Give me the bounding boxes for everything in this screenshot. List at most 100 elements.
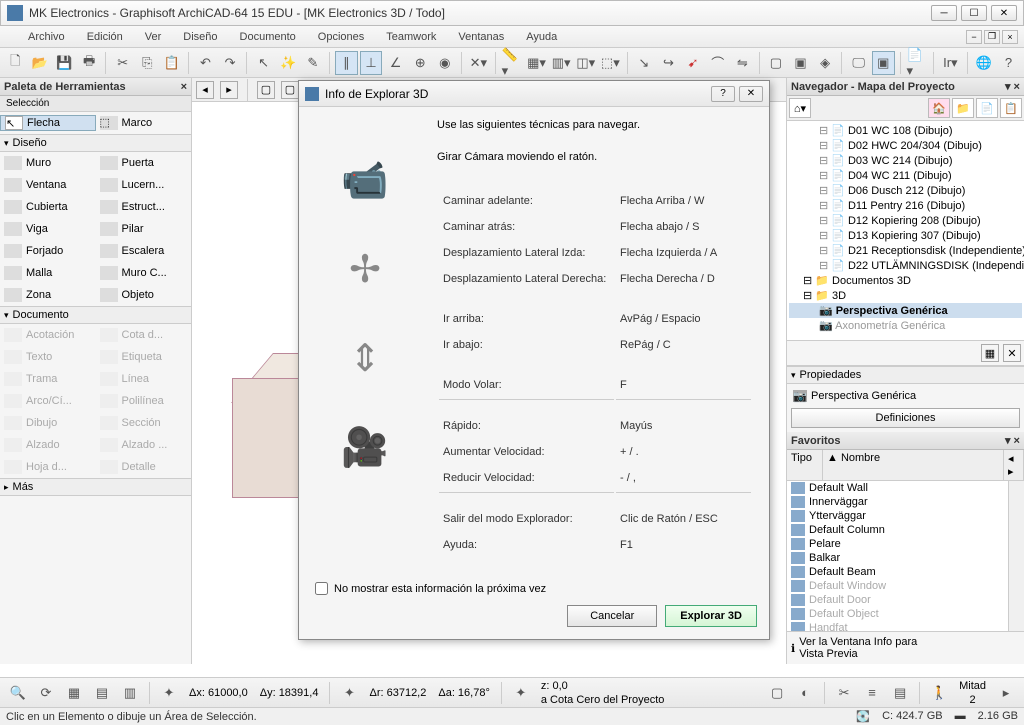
tree-item[interactable]: ⊟ 📄 D01 WC 108 (Dibujo) bbox=[789, 123, 1022, 138]
tool-detalle[interactable]: Detalle bbox=[96, 460, 192, 474]
screen2-icon[interactable]: ▣ bbox=[872, 51, 895, 75]
tool-texto[interactable]: Texto bbox=[0, 350, 96, 364]
cursor-icon[interactable]: ↖ bbox=[252, 51, 275, 75]
fav-item[interactable]: Default Door bbox=[787, 593, 1008, 607]
tool-malla[interactable]: Malla bbox=[0, 266, 96, 280]
navigator-tree[interactable]: ⊟ 📄 D01 WC 108 (Dibujo)⊟ 📄 D02 HWC 204/3… bbox=[787, 121, 1024, 340]
sb-layers-icon[interactable]: ≡ bbox=[860, 681, 884, 705]
doc-icon[interactable]: 📄▾ bbox=[905, 51, 928, 75]
tool-cotad[interactable]: Cota d... bbox=[96, 328, 192, 342]
print-icon[interactable]: 🖶 bbox=[78, 51, 101, 75]
tree-item[interactable]: ⊟ 📄 D22 UTLÄMNINGSDISK (Independiente) bbox=[789, 258, 1022, 273]
screen-icon[interactable]: 🖵 bbox=[847, 51, 870, 75]
tool-escalera[interactable]: Escalera bbox=[96, 244, 192, 258]
tool-pilar[interactable]: Pilar bbox=[96, 222, 192, 236]
tool-alzado[interactable]: Alzado bbox=[0, 438, 96, 452]
tool-arcoc[interactable]: Arco/Cí... bbox=[0, 394, 96, 408]
tool-muroc[interactable]: Muro C... bbox=[96, 266, 192, 280]
fav-item[interactable]: Balkar bbox=[787, 551, 1008, 565]
tool-objeto[interactable]: Objeto bbox=[96, 288, 192, 302]
fav-item[interactable]: Default Beam bbox=[787, 565, 1008, 579]
fav-col-tipo[interactable]: Tipo bbox=[787, 450, 823, 480]
arrow-red-icon[interactable]: ➹ bbox=[682, 51, 705, 75]
toolbox-design-header[interactable]: Diseño bbox=[0, 134, 191, 152]
tool-flecha[interactable]: ↖Flecha bbox=[0, 115, 96, 131]
wand-icon[interactable]: ✨ bbox=[277, 51, 300, 75]
nav-home-icon[interactable]: ⌂▾ bbox=[789, 98, 811, 118]
text-ir-icon[interactable]: Ir▾ bbox=[939, 51, 962, 75]
snap-tool-icon[interactable]: ⊕ bbox=[409, 51, 432, 75]
menu-ver[interactable]: Ver bbox=[137, 29, 170, 45]
snap-perp-icon[interactable]: ⊥ bbox=[360, 51, 383, 75]
shape1-icon[interactable]: ▢ bbox=[765, 51, 788, 75]
tree-item[interactable]: ⊟ 📄 D11 Pentry 216 (Dibujo) bbox=[789, 198, 1022, 213]
fav-item[interactable]: Ytterväggar bbox=[787, 509, 1008, 523]
nav-tab1-icon[interactable]: 🏠 bbox=[928, 98, 950, 118]
tool-viga[interactable]: Viga bbox=[0, 222, 96, 236]
tool-puerta[interactable]: Puerta bbox=[96, 156, 192, 170]
fav-item[interactable]: Default Window bbox=[787, 579, 1008, 593]
tree-docs3d[interactable]: ⊟ 📁 Documentos 3D bbox=[789, 273, 1022, 288]
minimize-button[interactable]: ─ bbox=[931, 5, 957, 21]
fav-item[interactable]: Default Column bbox=[787, 523, 1008, 537]
view-split2-icon[interactable]: ▢ bbox=[281, 81, 299, 99]
close-button[interactable]: ✕ bbox=[991, 5, 1017, 21]
sb-grid3-icon[interactable]: ▥ bbox=[118, 681, 142, 705]
snap-x-icon[interactable]: ✕▾ bbox=[467, 51, 490, 75]
tool-seccin[interactable]: Sección bbox=[96, 416, 192, 430]
tree-item[interactable]: ⊟ 📄 D04 WC 211 (Dibujo) bbox=[789, 168, 1022, 183]
snap-para-icon[interactable]: ∥ bbox=[335, 51, 358, 75]
mdi-restore-icon[interactable]: ❐ bbox=[984, 30, 1000, 44]
sb-grid-icon[interactable]: ▦ bbox=[62, 681, 86, 705]
ruler-icon[interactable]: 📏▾ bbox=[501, 51, 524, 75]
tool-estruct[interactable]: Estruct... bbox=[96, 200, 192, 214]
undo-icon[interactable]: ↶ bbox=[194, 51, 217, 75]
mdi-close-icon[interactable]: × bbox=[1002, 30, 1018, 44]
fav-item[interactable]: Pelare bbox=[787, 537, 1008, 551]
menu-ayuda[interactable]: Ayuda bbox=[518, 29, 565, 45]
cut-icon[interactable]: ✂ bbox=[111, 51, 134, 75]
tree-item[interactable]: ⊟ 📄 D03 WC 214 (Dibujo) bbox=[789, 153, 1022, 168]
tool-marco[interactable]: ⬚Marco bbox=[96, 116, 192, 130]
nav-tab3-icon[interactable]: 📄 bbox=[976, 98, 998, 118]
world-icon[interactable]: 🌐 bbox=[973, 51, 996, 75]
dont-show-checkbox[interactable]: No mostrar esta información la próxima v… bbox=[311, 582, 757, 595]
sb-next-icon[interactable]: ▸ bbox=[994, 681, 1018, 705]
menu-teamwork[interactable]: Teamwork bbox=[378, 29, 444, 45]
mdi-minimize-icon[interactable]: − bbox=[966, 30, 982, 44]
tool-forjado[interactable]: Forjado bbox=[0, 244, 96, 258]
tool-alzado[interactable]: Alzado ... bbox=[96, 438, 192, 452]
menu-archivo[interactable]: Archivo bbox=[20, 29, 73, 45]
dialog-help-icon[interactable]: ? bbox=[711, 86, 735, 102]
shape3-icon[interactable]: ◈ bbox=[814, 51, 837, 75]
help-icon[interactable]: ? bbox=[997, 51, 1020, 75]
sb-view1-icon[interactable]: ▢ bbox=[765, 681, 789, 705]
tool-acotacin[interactable]: Acotación bbox=[0, 328, 96, 342]
align-icon[interactable]: ▦▾ bbox=[525, 51, 548, 75]
sb-view2-icon[interactable]: ◐ bbox=[793, 681, 817, 705]
tree-item[interactable]: ⊟ 📄 D13 Kopiering 307 (Dibujo) bbox=[789, 228, 1022, 243]
new-icon[interactable]: 🗋 bbox=[4, 51, 27, 75]
fav-item[interactable]: Innerväggar bbox=[787, 495, 1008, 509]
nav-delete-icon[interactable]: ✕ bbox=[1003, 344, 1021, 362]
copy-icon[interactable]: ⎘ bbox=[136, 51, 159, 75]
cancel-button[interactable]: Cancelar bbox=[567, 605, 657, 627]
paste-icon[interactable]: 📋 bbox=[161, 51, 184, 75]
tool-lucern[interactable]: Lucern... bbox=[96, 178, 192, 192]
fav-item[interactable]: Handfat bbox=[787, 621, 1008, 631]
menu-edicion[interactable]: Edición bbox=[79, 29, 131, 45]
fav-item[interactable]: Default Object bbox=[787, 607, 1008, 621]
properties-header[interactable]: Propiedades bbox=[787, 366, 1024, 384]
arrow-lt-icon[interactable]: ↘ bbox=[633, 51, 656, 75]
tool-ventana[interactable]: Ventana bbox=[0, 178, 96, 192]
align4-icon[interactable]: ⬚▾ bbox=[599, 51, 622, 75]
save-icon[interactable]: 💾 bbox=[53, 51, 76, 75]
sb-compass2-icon[interactable]: ✦ bbox=[337, 681, 361, 705]
explore3d-button[interactable]: Explorar 3D bbox=[665, 605, 757, 627]
sb-sheet-icon[interactable]: ▤ bbox=[888, 681, 912, 705]
tree-item[interactable]: ⊟ 📄 D12 Kopiering 208 (Dibujo) bbox=[789, 213, 1022, 228]
tree-item[interactable]: ⊟ 📄 D21 Receptionsdisk (Independiente) bbox=[789, 243, 1022, 258]
menu-diseno[interactable]: Diseño bbox=[175, 29, 225, 45]
tree-perspectiva[interactable]: 📷 Perspectiva Genérica bbox=[789, 303, 1022, 318]
shape2-icon[interactable]: ▣ bbox=[789, 51, 812, 75]
